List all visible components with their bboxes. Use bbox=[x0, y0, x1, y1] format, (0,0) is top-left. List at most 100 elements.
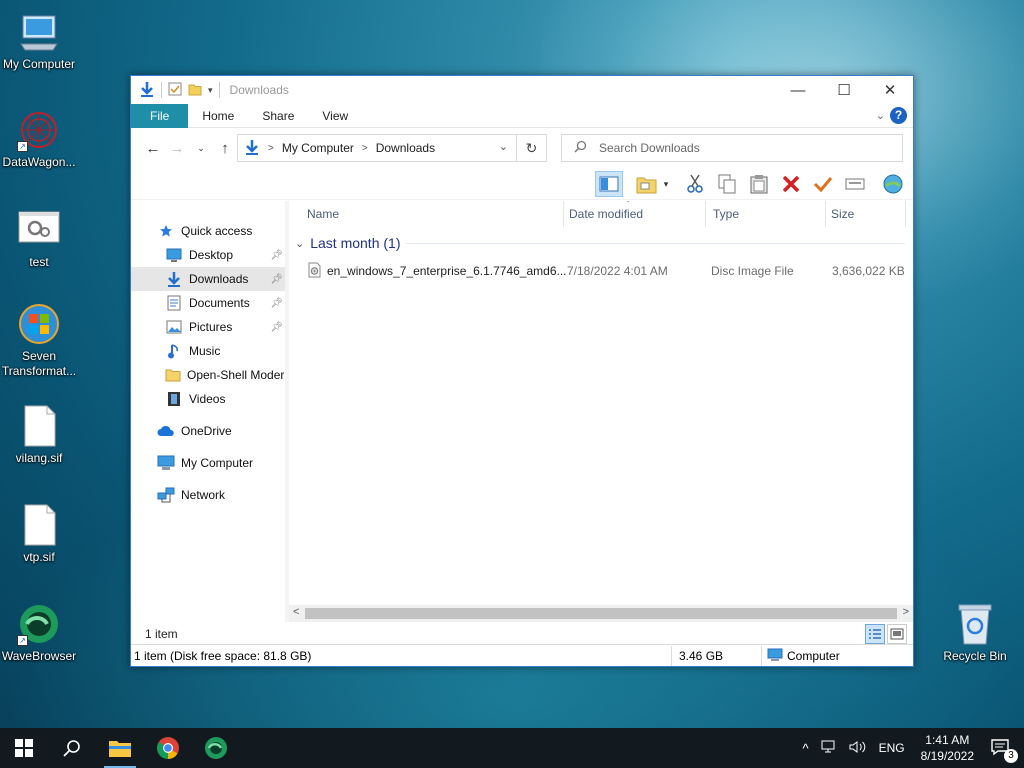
properties-icon[interactable] bbox=[168, 82, 182, 99]
column-date-modified[interactable]: Date modified bbox=[563, 201, 643, 227]
desktop-icon-vilang[interactable]: vilang.sif bbox=[0, 404, 78, 466]
help-icon[interactable]: ? bbox=[890, 107, 907, 124]
paste-button[interactable] bbox=[745, 171, 773, 197]
taskbar-chrome[interactable] bbox=[144, 728, 192, 768]
title-bar[interactable]: ▾ Downloads — ☐ ✕ bbox=[131, 76, 913, 104]
file-icon bbox=[17, 503, 61, 547]
clock[interactable]: 1:41 AM 8/19/2022 bbox=[921, 732, 974, 764]
address-bar[interactable]: > My Computer > Downloads ⌄ bbox=[237, 134, 517, 162]
sidebar-item-my-computer[interactable]: My Computer bbox=[131, 451, 289, 475]
chevron-right-icon[interactable]: > bbox=[268, 143, 274, 154]
recent-locations-button[interactable]: ⌄ bbox=[189, 143, 213, 154]
column-name[interactable]: Name bbox=[301, 201, 339, 227]
breadcrumb-my-computer[interactable]: My Computer bbox=[282, 141, 354, 155]
expand-ribbon-icon[interactable]: ⌄ bbox=[876, 109, 885, 122]
maximize-button[interactable]: ☐ bbox=[821, 76, 867, 104]
pin-icon[interactable]: 📌︎ bbox=[270, 274, 283, 285]
star-icon bbox=[157, 223, 175, 239]
pin-icon[interactable]: 📌︎ bbox=[270, 322, 283, 333]
show-hidden-icons-icon[interactable]: ^ bbox=[802, 741, 808, 756]
sidebar-item-pictures[interactable]: Pictures 📌︎ bbox=[131, 315, 289, 339]
globe-icon[interactable] bbox=[879, 171, 907, 197]
pin-icon[interactable]: 📌︎ bbox=[270, 298, 283, 309]
computer-icon bbox=[767, 648, 783, 665]
file-name: en_windows_7_enterprise_6.1.7746_amd6... bbox=[327, 264, 567, 278]
back-button[interactable]: ← bbox=[141, 140, 165, 157]
sidebar-item-desktop[interactable]: Desktop 📌︎ bbox=[131, 243, 289, 267]
search-input[interactable]: Search Downloads bbox=[561, 134, 903, 162]
desktop-icon-vtp[interactable]: vtp.sif bbox=[0, 503, 78, 565]
details-view-button[interactable] bbox=[865, 624, 885, 644]
chevron-right-icon[interactable]: > bbox=[362, 143, 368, 154]
status-text: 1 item (Disk free space: 81.8 GB) bbox=[134, 649, 312, 663]
copy-button[interactable] bbox=[713, 171, 741, 197]
up-button[interactable]: ↑ bbox=[213, 140, 237, 157]
sidebar-item-open-shell-modern[interactable]: Open-Shell Modern bbox=[131, 363, 289, 387]
sidebar-item-downloads[interactable]: Downloads 📌︎ bbox=[131, 267, 289, 291]
volume-icon[interactable] bbox=[849, 740, 867, 757]
rename-button[interactable] bbox=[809, 171, 837, 197]
window-title: Downloads bbox=[229, 83, 289, 97]
music-icon bbox=[165, 343, 183, 359]
datawagon-icon: ↗ bbox=[17, 108, 61, 152]
file-row[interactable]: en_windows_7_enterprise_6.1.7746_amd6...… bbox=[299, 259, 909, 283]
clock-time: 1:41 AM bbox=[925, 733, 970, 747]
navigation-pane: Quick access Desktop 📌︎ Downloads 📌︎ Doc… bbox=[131, 201, 289, 622]
minimize-button[interactable]: — bbox=[775, 76, 821, 104]
taskbar-file-explorer[interactable] bbox=[96, 728, 144, 768]
tab-share[interactable]: Share bbox=[248, 104, 308, 128]
desktop-icon-recycle-bin[interactable]: Recycle Bin bbox=[936, 602, 1014, 664]
windows-start-icon bbox=[15, 739, 33, 757]
properties-button[interactable] bbox=[841, 171, 869, 197]
cut-button[interactable] bbox=[681, 171, 709, 197]
sidebar-item-onedrive[interactable]: OneDrive bbox=[131, 419, 289, 443]
sidebar-item-videos[interactable]: Videos bbox=[131, 387, 289, 411]
horizontal-scrollbar[interactable]: < > bbox=[289, 605, 913, 622]
chevron-down-icon[interactable]: ⌄ bbox=[295, 237, 304, 250]
desktop-icon-test[interactable]: test bbox=[0, 208, 78, 270]
language-indicator[interactable]: ENG bbox=[879, 741, 905, 755]
scroll-right-arrow-icon[interactable]: > bbox=[903, 606, 909, 618]
refresh-button[interactable]: ↻ bbox=[517, 134, 547, 162]
file-list-pane[interactable]: Name Date modified ⌄ Type Size ⌄ Last mo… bbox=[289, 201, 913, 622]
forward-button[interactable]: → bbox=[165, 140, 189, 157]
group-header[interactable]: ⌄ Last month (1) bbox=[295, 235, 905, 251]
taskbar-search-button[interactable] bbox=[48, 728, 96, 768]
download-arrow-icon bbox=[244, 139, 260, 158]
chevron-down-icon[interactable]: ▾ bbox=[659, 171, 673, 197]
search-placeholder: Search Downloads bbox=[599, 141, 700, 155]
scrollbar-thumb[interactable] bbox=[305, 608, 897, 619]
download-icon bbox=[165, 271, 183, 287]
breadcrumb-downloads[interactable]: Downloads bbox=[376, 141, 435, 155]
tab-home[interactable]: Home bbox=[188, 104, 248, 128]
customize-quick-access-icon[interactable]: ▾ bbox=[208, 85, 213, 96]
sidebar-item-documents[interactable]: Documents 📌︎ bbox=[131, 291, 289, 315]
sidebar-item-music[interactable]: Music bbox=[131, 339, 289, 363]
notification-center-button[interactable]: 3 bbox=[990, 738, 1018, 763]
network-icon[interactable] bbox=[821, 740, 837, 757]
ribbon-tabs: File Home Share View ⌄ ? bbox=[131, 103, 913, 128]
file-explorer-window[interactable]: ▾ Downloads — ☐ ✕ File Home Share View ⌄… bbox=[130, 75, 914, 667]
tab-view[interactable]: View bbox=[308, 104, 362, 128]
scroll-left-arrow-icon[interactable]: < bbox=[293, 606, 299, 618]
close-button[interactable]: ✕ bbox=[867, 76, 913, 104]
large-icons-view-button[interactable] bbox=[887, 624, 907, 644]
desktop-icon-datawagon[interactable]: ↗ DataWagon... bbox=[0, 108, 78, 170]
delete-button[interactable] bbox=[777, 171, 805, 197]
desktop-icon-wavebrowser[interactable]: ↗ WaveBrowser bbox=[0, 602, 78, 664]
start-button[interactable] bbox=[0, 728, 48, 768]
tab-file[interactable]: File bbox=[131, 103, 189, 128]
column-size[interactable]: Size bbox=[825, 201, 854, 227]
taskbar-wavebrowser[interactable] bbox=[192, 728, 240, 768]
new-folder-icon[interactable] bbox=[188, 82, 202, 99]
sidebar-item-quick-access[interactable]: Quick access bbox=[131, 219, 289, 243]
desktop-icon-seven-transformation[interactable]: Seven Transformat... bbox=[0, 302, 78, 379]
column-type[interactable]: Type bbox=[707, 201, 739, 227]
desktop-icon-my-computer[interactable]: My Computer bbox=[0, 10, 78, 72]
chevron-down-icon[interactable]: ⌄ bbox=[499, 140, 508, 153]
pin-icon[interactable]: 📌︎ bbox=[270, 250, 283, 261]
new-folder-button[interactable] bbox=[633, 171, 661, 197]
system-tray: ^ ENG 1:41 AM 8/19/2022 3 bbox=[796, 728, 1024, 768]
preview-pane-button[interactable] bbox=[595, 171, 623, 197]
sidebar-item-network[interactable]: Network bbox=[131, 483, 289, 507]
